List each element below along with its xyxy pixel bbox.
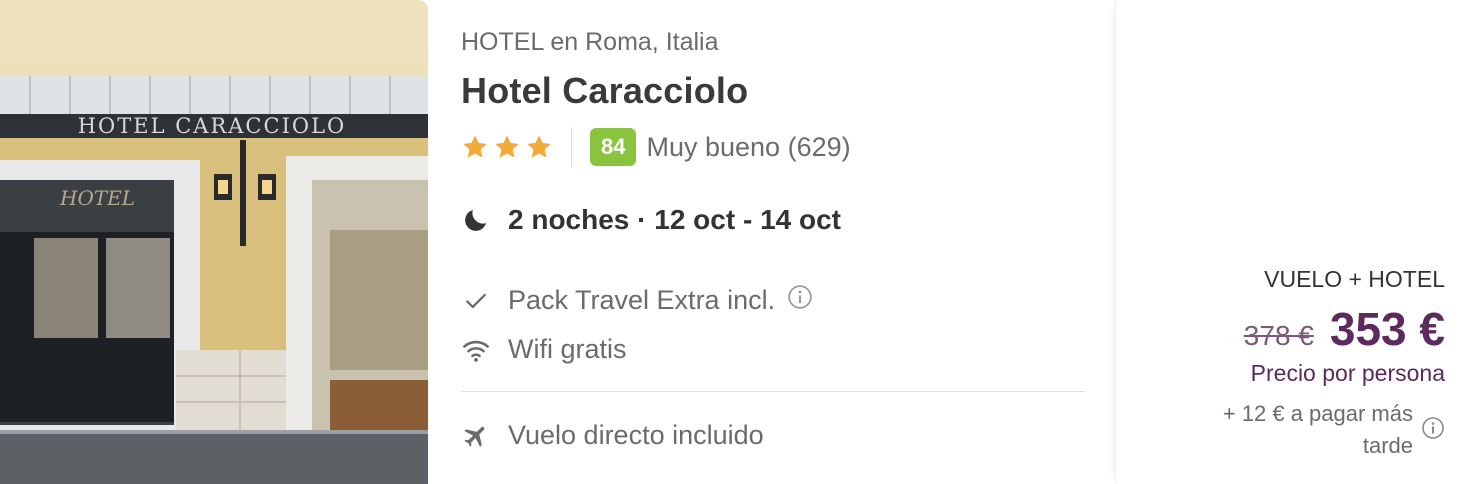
hotel-facade-image: HOTEL CARACCIOLO HOTEL [0, 76, 428, 484]
hotel-info: HOTEL en Roma, Italia Hotel Caracciolo 8… [461, 0, 1085, 484]
feature-label: Wifi gratis [508, 334, 627, 364]
hotel-location: HOTEL en Roma, Italia [461, 28, 719, 56]
moon-icon [461, 205, 491, 235]
feature-label: Pack Travel Extra incl. [508, 285, 776, 315]
info-icon[interactable] [787, 284, 813, 317]
rating-divider [571, 127, 572, 167]
extra-fee: + 12 € a pagar más tarde [1199, 398, 1445, 462]
features-divider [461, 391, 1085, 392]
feature-wifi: Wifi gratis [461, 334, 627, 365]
price-row: 378 € 353 € [1244, 302, 1445, 356]
plane-icon [461, 421, 491, 451]
hotel-photo[interactable]: HOTEL CARACCIOLO HOTEL [0, 0, 428, 484]
svg-text:HOTEL: HOTEL [59, 186, 135, 210]
price-panel[interactable]: VUELO + HOTEL 378 € 353 € Precio por per… [1115, 0, 1460, 484]
star-icon [461, 133, 489, 161]
hotel-name[interactable]: Hotel Caracciolo [461, 70, 748, 112]
price-per-person-label: Precio por persona [1250, 360, 1445, 386]
stay-dates: 2 noches · 12 oct - 14 oct [461, 204, 841, 236]
wifi-icon [461, 335, 491, 365]
current-price: 353 € [1329, 303, 1445, 355]
star-rating [461, 133, 553, 161]
extra-fee-text: + 12 € a pagar más tarde [1222, 401, 1413, 458]
feature-label: Vuelo directo incluido [508, 420, 764, 450]
facade-sign-text: HOTEL CARACCIOLO [78, 114, 347, 138]
star-icon [493, 133, 521, 161]
feature-pack-travel: Pack Travel Extra incl. [461, 284, 813, 317]
check-icon [461, 286, 491, 316]
rating-row: 84 Muy bueno (629) [461, 126, 851, 168]
feature-direct-flight: Vuelo directo incluido [461, 420, 764, 451]
review-summary[interactable]: Muy bueno (629) [646, 132, 850, 163]
nights-text: 2 noches · 12 oct - 14 oct [508, 204, 841, 235]
score-badge: 84 [590, 128, 637, 166]
old-price: 378 € [1243, 320, 1314, 351]
star-icon [525, 133, 553, 161]
info-icon[interactable] [1421, 416, 1445, 445]
hotel-card[interactable]: HOTEL CARACCIOLO HOTEL HOTEL en Roma, It… [0, 0, 1460, 484]
package-type: VUELO + HOTEL [1264, 266, 1445, 292]
